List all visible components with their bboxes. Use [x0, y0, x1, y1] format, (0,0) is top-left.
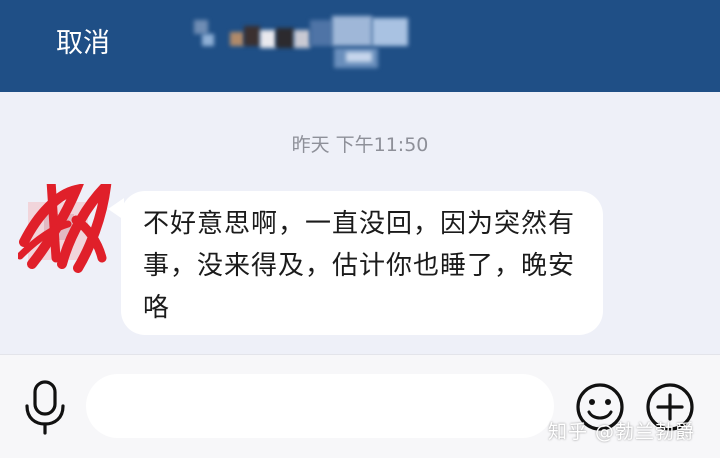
- input-toolbar: 知乎 @勃兰勃爵: [0, 354, 720, 458]
- microphone-icon[interactable]: [22, 379, 68, 435]
- message-input[interactable]: [86, 374, 554, 438]
- message-list[interactable]: 昨天 下午11:50 不好意思啊，一直没回，因为突然有事，没来得及，估计你也睡了…: [0, 92, 720, 354]
- message-timestamp: 昨天 下午11:50: [291, 134, 429, 156]
- message-bubble[interactable]: 不好意思啊，一直没回，因为突然有事，没来得及，估计你也睡了，晚安咯: [121, 191, 603, 335]
- emoji-icon[interactable]: [575, 382, 625, 432]
- plus-icon[interactable]: [645, 382, 695, 432]
- cancel-button[interactable]: 取消: [56, 26, 110, 62]
- chat-header: 取消: [0, 0, 720, 92]
- contact-name-redacted: [186, 14, 416, 78]
- message-text: 不好意思啊，一直没回，因为突然有事，没来得及，估计你也睡了，晚安咯: [143, 209, 576, 323]
- sender-avatar-redacted[interactable]: [16, 129, 114, 276]
- redaction-scribble: [16, 129, 113, 273]
